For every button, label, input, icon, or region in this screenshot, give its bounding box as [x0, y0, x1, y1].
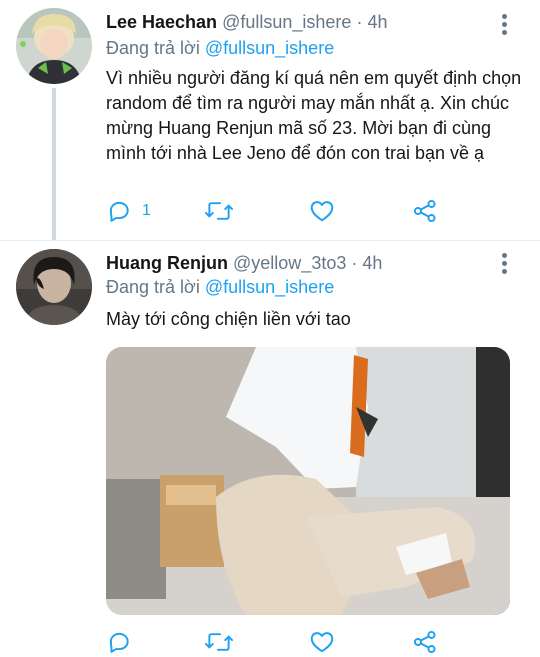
- avatar[interactable]: [16, 249, 92, 325]
- heart-icon: [310, 201, 334, 222]
- reply-icon: [109, 201, 129, 222]
- display-name[interactable]: Huang Renjun: [106, 253, 228, 273]
- separator-dot: ·: [356, 12, 363, 32]
- user-handle[interactable]: @fullsun_ishere: [222, 12, 351, 32]
- tweet-header: Lee Haechan @fullsun_ishere · 4h: [106, 12, 387, 33]
- tweet-2[interactable]: Huang Renjun @yellow_3to3 · 4h Đang trả …: [0, 241, 540, 654]
- timestamp[interactable]: 4h: [362, 253, 382, 273]
- reply-button[interactable]: 1: [106, 196, 151, 226]
- user-handle[interactable]: @yellow_3to3: [233, 253, 346, 273]
- reply-prefix: Đang trả lời: [106, 38, 200, 58]
- media-image: [106, 347, 510, 615]
- avatar-photo: [16, 8, 92, 84]
- reply-prefix: Đang trả lời: [106, 277, 200, 297]
- avatar[interactable]: [16, 8, 92, 84]
- share-button[interactable]: [412, 196, 438, 226]
- tweet-text: Vì nhiều người đăng kí quá nên em quyết …: [106, 68, 522, 163]
- retweet-icon: [204, 633, 234, 651]
- reply-context: Đang trả lời @fullsun_ishere: [106, 38, 334, 59]
- thread-line: [52, 88, 56, 240]
- reply-context: Đang trả lời @fullsun_ishere: [106, 277, 334, 298]
- reply-handle-link[interactable]: @fullsun_ishere: [205, 38, 334, 58]
- reply-icon: [109, 632, 129, 653]
- share-icon: [413, 630, 436, 654]
- tweet-header: Huang Renjun @yellow_3to3 · 4h: [106, 253, 382, 274]
- display-name[interactable]: Lee Haechan: [106, 12, 217, 32]
- tweet-1[interactable]: Lee Haechan @fullsun_ishere · 4h Đang tr…: [0, 0, 540, 240]
- more-options-icon[interactable]: [502, 14, 508, 38]
- timestamp[interactable]: 4h: [367, 12, 387, 32]
- avatar-photo: [16, 249, 92, 325]
- reply-handle-link[interactable]: @fullsun_ishere: [205, 277, 334, 297]
- heart-icon: [310, 632, 334, 653]
- reply-count: 1: [142, 202, 151, 219]
- share-icon: [413, 199, 436, 223]
- retweet-button[interactable]: [204, 196, 234, 226]
- like-button[interactable]: [309, 196, 335, 226]
- separator-dot: ·: [351, 253, 358, 273]
- more-options-icon[interactable]: [502, 253, 508, 277]
- tweet-actions: 1: [106, 196, 446, 226]
- tweet-media-photo[interactable]: [106, 347, 510, 615]
- retweet-icon: [204, 202, 234, 220]
- tweet-text: Mày tới công chiện liền với tao: [106, 309, 351, 329]
